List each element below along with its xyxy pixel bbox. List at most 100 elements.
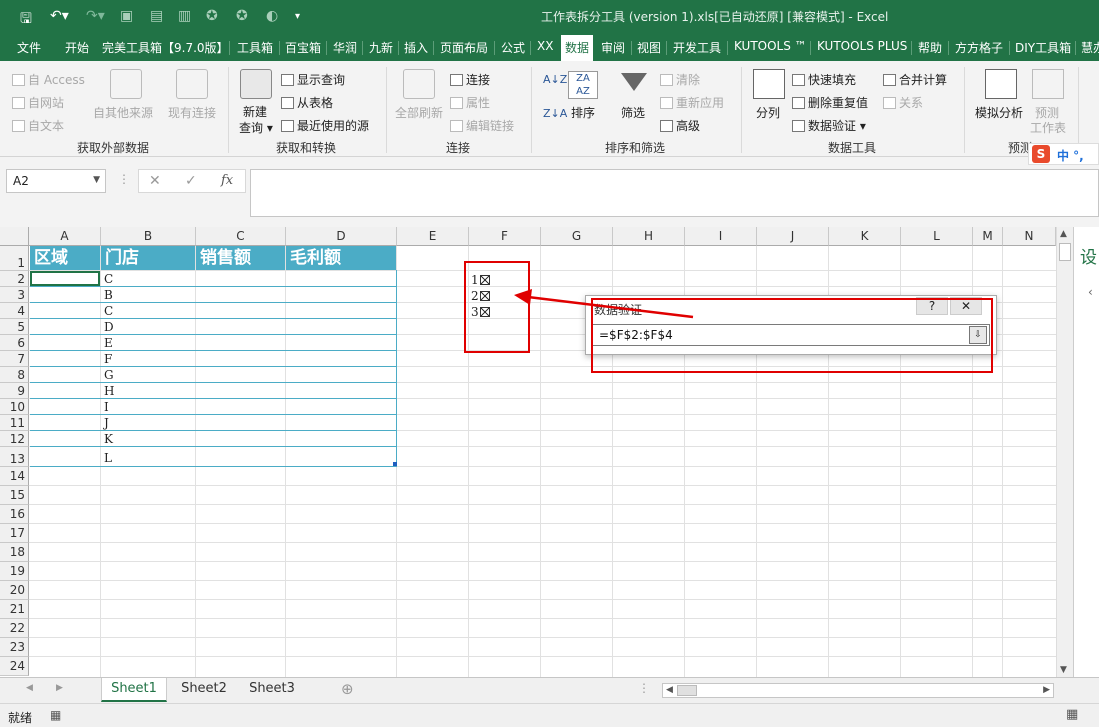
column-header[interactable]: G — [541, 227, 613, 246]
advanced-filter-button[interactable]: 高级 — [660, 117, 700, 134]
row-header[interactable]: 6 — [0, 335, 29, 351]
column-header[interactable]: A — [29, 227, 101, 246]
new-query-button[interactable]: 新建 — [243, 103, 267, 120]
customize-quick-access-icon[interactable]: ▾ — [295, 11, 300, 22]
remove-duplicates-button[interactable]: 删除重复值 — [792, 94, 868, 111]
enter-icon[interactable]: ✓ — [185, 173, 197, 189]
table-cell[interactable]: B — [104, 288, 113, 302]
resize-handle-icon[interactable]: ⋮ — [118, 172, 130, 186]
tab-toolbox[interactable]: 工具箱 — [237, 39, 273, 56]
tab-page-layout[interactable]: 页面布局 — [440, 39, 488, 56]
from-access-button[interactable]: 自 Access — [12, 71, 85, 88]
row-header[interactable]: 22 — [0, 619, 29, 638]
save-icon[interactable]: 🖫 — [20, 8, 32, 32]
column-header[interactable]: I — [685, 227, 757, 246]
table-header-cell[interactable]: 区域 — [30, 246, 100, 270]
quick-tool-icon[interactable]: ✪ — [236, 8, 248, 24]
row-header[interactable]: 21 — [0, 600, 29, 619]
add-sheet-icon[interactable]: ⊕ — [341, 680, 354, 698]
sheet-tab-sheet3[interactable]: Sheet3 — [239, 678, 305, 702]
scroll-thumb[interactable] — [677, 685, 697, 696]
properties-button[interactable]: 属性 — [450, 94, 490, 111]
existing-connections-button[interactable]: 现有连接 — [168, 104, 216, 121]
column-header[interactable]: C — [196, 227, 286, 246]
from-text-button[interactable]: 自文本 — [12, 117, 64, 134]
row-header[interactable]: 23 — [0, 638, 29, 657]
tab-insert[interactable]: 插入 — [404, 39, 428, 56]
table-header-cell[interactable]: 门店 — [101, 246, 195, 270]
table-header-cell[interactable]: 销售额 — [196, 246, 285, 270]
tab-formulas[interactable]: 公式 — [501, 39, 525, 56]
row-header[interactable]: 17 — [0, 524, 29, 543]
column-header[interactable]: M — [973, 227, 1003, 246]
table-cell[interactable]: C — [104, 304, 113, 318]
text-to-columns-button[interactable]: 分列 — [756, 104, 780, 121]
table-cell[interactable]: I — [104, 400, 109, 414]
clear-filter-button[interactable]: 清除 — [660, 71, 700, 88]
refresh-all-button[interactable]: 全部刷新 — [395, 104, 443, 121]
undo-icon[interactable]: ↶▾ — [50, 8, 69, 24]
tab-view[interactable]: 视图 — [637, 39, 661, 56]
forecast-sheet-button-2[interactable]: 工作表 — [1030, 119, 1066, 136]
column-header[interactable]: F — [469, 227, 541, 246]
filter-button[interactable]: 筛选 — [621, 104, 645, 121]
scroll-right-icon[interactable]: ▶ — [1043, 685, 1050, 695]
row-header[interactable]: 12 — [0, 431, 29, 447]
table-cell[interactable]: F — [104, 352, 112, 366]
sort-za-icon[interactable]: Z↓A — [543, 107, 567, 120]
column-header[interactable]: D — [286, 227, 397, 246]
tab-fangfang[interactable]: 方方格子 — [955, 39, 1003, 56]
table-header-cell[interactable]: 毛利额 — [286, 246, 396, 270]
formula-input[interactable] — [250, 169, 1099, 217]
table-resize-handle[interactable] — [393, 462, 397, 466]
tab-data[interactable]: 数据 — [561, 35, 594, 61]
table-cell[interactable]: K — [104, 432, 113, 446]
ime-indicator[interactable]: S 中 °, — [1028, 143, 1099, 165]
chevron-left-icon[interactable]: ‹ — [1088, 285, 1093, 299]
horizontal-scrollbar[interactable]: ◀ ▶ — [662, 683, 1054, 698]
tab-perfect-toolbox[interactable]: 完美工具箱【9.7.0版】 — [102, 39, 229, 56]
tab-kutools-plus[interactable]: KUTOOLS PLUS — [817, 39, 907, 53]
tab-kutools[interactable]: KUTOOLS ™ — [734, 39, 807, 53]
tab-home[interactable]: 开始 — [65, 39, 89, 56]
row-header[interactable]: 14 — [0, 467, 29, 486]
relationships-button[interactable]: 关系 — [883, 94, 923, 111]
select-all-corner[interactable] — [0, 227, 29, 246]
vertical-scrollbar[interactable]: ▲ ▼ — [1056, 227, 1073, 677]
table-cell[interactable]: E — [104, 336, 113, 350]
quick-tool-icon[interactable]: ▤ — [150, 8, 163, 24]
from-table-button[interactable]: 从表格 — [281, 94, 333, 111]
tab-huiban[interactable]: 慧办 — [1081, 39, 1099, 56]
scroll-down-icon[interactable]: ▼ — [1060, 665, 1067, 675]
row-header[interactable]: 5 — [0, 319, 29, 335]
row-header[interactable]: 9 — [0, 383, 29, 399]
tab-help[interactable]: 帮助 — [918, 39, 942, 56]
macro-record-icon[interactable]: ▦ — [50, 708, 61, 722]
edit-links-button[interactable]: 编辑链接 — [450, 117, 514, 134]
tab-file[interactable]: 文件 — [17, 39, 41, 56]
column-header[interactable]: N — [1003, 227, 1056, 246]
tab-xx[interactable]: XX — [537, 39, 553, 53]
table-cell[interactable]: L — [104, 451, 112, 465]
scroll-up-icon[interactable]: ▲ — [1060, 229, 1067, 239]
row-header[interactable]: 15 — [0, 486, 29, 505]
scroll-left-icon[interactable]: ◀ — [666, 685, 673, 695]
quick-tool-icon[interactable]: ◐ — [266, 8, 278, 24]
row-header[interactable]: 10 — [0, 399, 29, 415]
tab-diy-toolbox[interactable]: DIY工具箱 — [1015, 39, 1071, 56]
row-header[interactable]: 4 — [0, 303, 29, 319]
next-sheet-icon[interactable]: ▶ — [56, 683, 63, 693]
data-validation-button[interactable]: 数据验证 ▾ — [792, 117, 866, 134]
name-box[interactable]: A2 ▼ — [6, 169, 106, 193]
column-header[interactable]: L — [901, 227, 973, 246]
table-cell[interactable]: H — [104, 384, 114, 398]
column-header[interactable]: E — [397, 227, 469, 246]
table-cell[interactable]: C — [104, 272, 113, 286]
tab-jiuxin[interactable]: 九新 — [369, 39, 393, 56]
new-query-button-2[interactable]: 查询 ▾ — [239, 119, 273, 136]
insert-function-icon[interactable]: fx — [221, 173, 233, 188]
row-header[interactable]: 7 — [0, 351, 29, 367]
quick-tool-icon[interactable]: ▥ — [178, 8, 191, 24]
what-if-analysis-button[interactable]: 模拟分析 — [975, 104, 1023, 121]
sort-button[interactable]: 排序 — [571, 104, 595, 121]
